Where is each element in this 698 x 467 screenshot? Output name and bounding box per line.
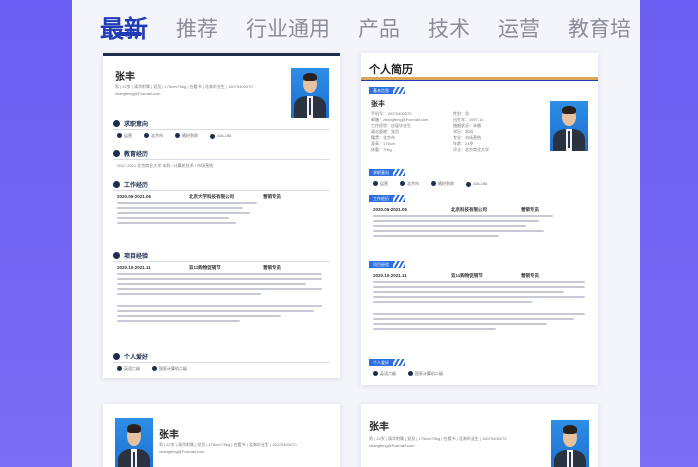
graduation-cap-icon bbox=[113, 150, 120, 157]
project-description bbox=[373, 281, 585, 333]
resume-heading: 个人简历 bbox=[369, 64, 413, 76]
resume-name: 张丰 bbox=[369, 422, 389, 433]
section-intent: 求职意向 bbox=[113, 119, 148, 128]
project-date: 2020.10-2021.11 bbox=[373, 273, 407, 278]
work-company: 北京大学科技有限公司 bbox=[189, 194, 234, 199]
resume-template-card[interactable]: 张丰 男 | 22岁 | 清华附属 | 党员 | 175cm/70kg | 在看… bbox=[103, 53, 340, 378]
intent-tags: 运营 北京市 随时到岗 10k-15k bbox=[117, 133, 231, 139]
section-hobby: 个人爱好 bbox=[113, 352, 148, 361]
hobby-tags: 英语六级 国家计算机二级 bbox=[117, 366, 187, 372]
resume-contact-line: 男 | 22岁 | 清华附属 | 党员 | 175cm/70kg | 在看书 |… bbox=[115, 84, 253, 89]
resume-name: 张丰 bbox=[115, 72, 135, 83]
section-project: 项目经验 bbox=[113, 251, 148, 260]
section-intent-pill: 求职意向 bbox=[369, 169, 405, 176]
resume-contact-line: 男 | 22岁 | 清华附属 | 党员 | 175cm/70kg | 在看书 |… bbox=[159, 442, 297, 447]
resume-name: 张丰 bbox=[371, 101, 385, 108]
tab-product[interactable]: 产品 bbox=[358, 16, 400, 42]
resume-photo bbox=[550, 101, 588, 151]
work-description bbox=[373, 215, 553, 240]
tab-general-industry[interactable]: 行业通用 bbox=[246, 16, 330, 42]
work-role: 营销专员 bbox=[263, 194, 281, 199]
resume-email: zhangfeng@Foxmail.com bbox=[369, 443, 415, 448]
section-project-pill: 项目经验 bbox=[369, 261, 405, 268]
briefcase-icon bbox=[113, 181, 120, 188]
project-role: 营销专员 bbox=[521, 273, 539, 278]
resume-contact-line: 男 | 22岁 | 清华附属 | 党员 | 175cm/70kg | 在看书 |… bbox=[369, 436, 507, 441]
basic-info-left: 手机号：15070400070 邮箱：zhangfeng@Foxmail.com… bbox=[371, 111, 429, 152]
resume-photo bbox=[291, 68, 329, 118]
work-description bbox=[117, 202, 257, 227]
section-hobby-pill: 个人爱好 bbox=[369, 359, 405, 366]
target-icon bbox=[113, 120, 120, 127]
section-work: 工作经历 bbox=[113, 180, 148, 189]
resume-template-card[interactable]: 张丰 男 | 22岁 | 清华附属 | 党员 | 175cm/70kg | 在看… bbox=[103, 404, 340, 467]
resume-email: zhangfeng@Foxmail.com bbox=[115, 91, 161, 96]
work-date: 2020.05-2021.05 bbox=[373, 207, 408, 212]
section-education: 教育经历 bbox=[113, 149, 148, 158]
work-company: 北京科技有限公司 bbox=[451, 207, 487, 212]
section-work-pill: 工作经历 bbox=[369, 195, 405, 202]
section-basic-pill: 基本信息 bbox=[369, 87, 405, 94]
resume-photo bbox=[551, 420, 589, 467]
active-tab-indicator bbox=[116, 32, 142, 36]
project-role: 营销专员 bbox=[263, 265, 281, 270]
education-row: 2017-2021 北京商业大学 本科 / 计算机技术 / 市场营销 bbox=[117, 163, 214, 168]
category-tabs: 最新 推荐 行业通用 产品 技术 运营 教育培 bbox=[100, 2, 659, 42]
resume-template-card[interactable]: 个人简历 基本信息 张丰 手机号：15070400070 邮箱：zhangfen… bbox=[361, 53, 598, 385]
tab-latest[interactable]: 最新 bbox=[100, 16, 148, 42]
tab-operations[interactable]: 运营 bbox=[498, 16, 540, 42]
basic-info-right: 性别：男 出生年：1997.10 婚姻状况：未婚 学历：本科 专业：市场营销 年… bbox=[453, 111, 489, 152]
project-description bbox=[117, 273, 322, 325]
resume-name: 张丰 bbox=[159, 430, 179, 441]
resume-email: zhangfeng@Foxmail.com bbox=[159, 449, 205, 454]
hobby-tags: 英语六级 国家计算机二级 bbox=[373, 371, 443, 377]
work-date: 2020.05-2021.05 bbox=[117, 194, 152, 199]
resume-photo bbox=[115, 418, 153, 467]
intent-tags: 运营 北京市 随时到岗 10k-15k bbox=[373, 181, 487, 187]
folder-icon bbox=[113, 252, 120, 259]
work-role: 营销专员 bbox=[521, 207, 539, 212]
tab-recommended[interactable]: 推荐 bbox=[176, 16, 218, 42]
tab-education[interactable]: 教育培 bbox=[568, 16, 631, 42]
tab-tech[interactable]: 技术 bbox=[428, 16, 470, 42]
project-name: 双11购物促销节 bbox=[451, 273, 483, 278]
project-date: 2020.10-2021.11 bbox=[117, 265, 151, 270]
heart-icon bbox=[113, 353, 120, 360]
project-name: 双11购物促销节 bbox=[189, 265, 221, 270]
app-background: 最新 推荐 行业通用 产品 技术 运营 教育培 张丰 男 | 22岁 | 清华附… bbox=[0, 0, 698, 467]
resume-template-card[interactable]: 张丰 男 | 22岁 | 清华附属 | 党员 | 175cm/70kg | 在看… bbox=[361, 404, 598, 467]
